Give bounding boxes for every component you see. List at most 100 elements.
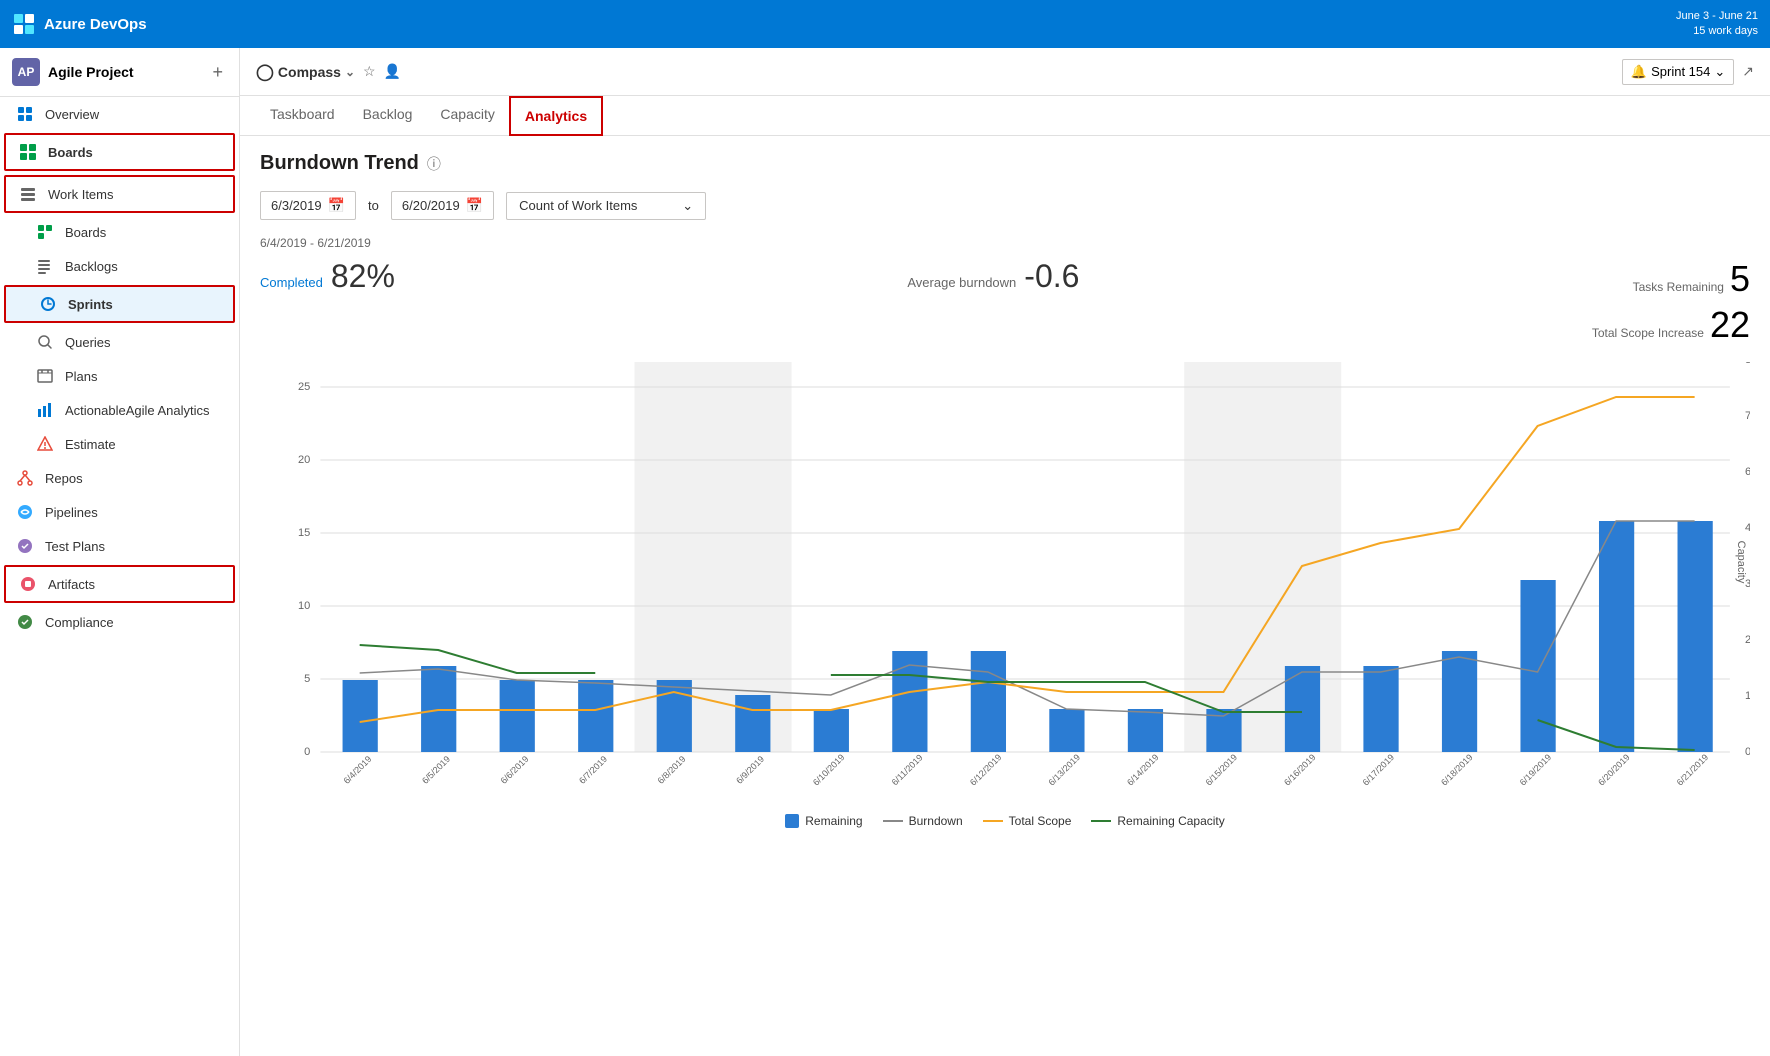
sidebar-item-label: Test Plans	[45, 539, 105, 554]
metric-chevron-icon: ⌄	[682, 198, 693, 214]
legend-total-scope-icon	[983, 820, 1003, 822]
sidebar-item-actionable[interactable]: ActionableAgile Analytics	[0, 393, 239, 427]
stat-completed: Completed 82%	[260, 258, 395, 295]
sidebar-item-compliance[interactable]: Compliance	[0, 605, 239, 639]
to-label: to	[368, 198, 379, 213]
metric-dropdown[interactable]: Count of Work Items ⌄	[506, 192, 706, 220]
star-icon[interactable]: ☆	[363, 63, 376, 80]
legend-remaining-label: Remaining	[805, 814, 862, 828]
tabs-bar: Taskboard Backlog Capacity Analytics	[240, 96, 1770, 136]
sprint-selector-label: Sprint 154	[1651, 64, 1710, 79]
sprint-date-info: June 3 - June 21 15 work days	[1676, 9, 1758, 40]
sidebar-item-boards[interactable]: Boards	[0, 215, 239, 249]
stats-row: Completed 82% Average burndown -0.6 Task…	[260, 258, 1750, 350]
svg-text:12: 12	[1745, 690, 1750, 702]
sidebar-item-estimate[interactable]: Estimate	[0, 427, 239, 461]
grid-icon	[15, 104, 35, 124]
svg-text:72: 72	[1745, 410, 1750, 422]
add-project-button[interactable]: +	[208, 60, 227, 85]
analytics-icon	[35, 400, 55, 420]
sidebar-item-artifacts[interactable]: Artifacts	[4, 565, 235, 603]
sprint-date-range: June 3 - June 21	[1676, 9, 1758, 24]
sidebar-item-label: Pipelines	[45, 505, 98, 520]
sidebar-item-overview[interactable]: Overview	[0, 97, 239, 131]
svg-text:0: 0	[304, 746, 310, 758]
sidebar-item-label: Repos	[45, 471, 83, 486]
person-icon[interactable]: 👤	[384, 63, 401, 80]
svg-text:Capacity: Capacity	[1735, 541, 1747, 584]
svg-text:15: 15	[298, 527, 310, 539]
sidebar-item-label: Overview	[45, 107, 99, 122]
info-icon[interactable]: ⓘ	[427, 154, 441, 174]
sidebar-item-boards-group[interactable]: Boards	[4, 133, 235, 171]
queries-icon	[35, 332, 55, 352]
pipelines-icon	[15, 502, 35, 522]
metric-label: Count of Work Items	[519, 198, 637, 213]
legend-burndown-label: Burndown	[909, 814, 963, 828]
legend-burndown-icon	[883, 820, 903, 822]
date-to-input[interactable]: 6/20/2019 📅	[391, 191, 494, 220]
bell-icon: 🔔	[1631, 64, 1647, 80]
calendar-to-icon: 📅	[466, 197, 483, 214]
chart-wrapper: 0 5 10 15 20 25 0 12 24 36 48 60 72	[260, 362, 1750, 802]
sprints-icon	[38, 294, 58, 314]
chart-container: Burndown Trend ⓘ 6/3/2019 📅 to 6/20/2019…	[240, 136, 1770, 1056]
legend-remaining-icon	[785, 814, 799, 828]
sidebar-item-label: Plans	[65, 369, 98, 384]
date-to-value: 6/20/2019	[402, 198, 460, 213]
artifacts-icon	[18, 574, 38, 594]
estimate-icon	[35, 434, 55, 454]
tab-analytics[interactable]: Analytics	[509, 96, 603, 136]
expand-icon[interactable]: ↗	[1742, 63, 1754, 80]
sidebar-item-sprints[interactable]: Sprints	[4, 285, 235, 323]
completed-label: Completed	[260, 275, 323, 290]
top-bar: Azure DevOps June 3 - June 21 15 work da…	[0, 0, 1770, 48]
compass-chevron-icon[interactable]: ⌄	[345, 65, 355, 79]
svg-text:10: 10	[298, 600, 310, 612]
tab-capacity[interactable]: Capacity	[426, 96, 508, 136]
boards-sub-icon	[35, 222, 55, 242]
tab-taskboard[interactable]: Taskboard	[256, 96, 349, 136]
sidebar-item-label: Work Items	[48, 187, 114, 202]
tasks-remaining-value: 5	[1730, 258, 1750, 300]
avg-burndown-value: -0.6	[1024, 258, 1079, 295]
chart-title: Burndown Trend	[260, 152, 419, 175]
repos-icon	[15, 468, 35, 488]
compliance-icon	[15, 612, 35, 632]
sidebar-item-repos[interactable]: Repos	[0, 461, 239, 495]
svg-text:48: 48	[1745, 522, 1750, 534]
stat-avg-burndown: Average burndown -0.6	[907, 258, 1079, 295]
sidebar-item-label: Boards	[65, 225, 106, 240]
sprint-work-days: 15 work days	[1676, 24, 1758, 39]
legend-total-scope: Total Scope	[983, 814, 1072, 828]
sprint-selector[interactable]: 🔔 Sprint 154 ⌄	[1622, 59, 1734, 85]
date-from-input[interactable]: 6/3/2019 📅	[260, 191, 356, 220]
sidebar-item-queries[interactable]: Queries	[0, 325, 239, 359]
legend-burndown: Burndown	[883, 814, 963, 828]
tab-backlog[interactable]: Backlog	[349, 96, 427, 136]
compass-title: Compass	[278, 64, 341, 80]
sidebar-item-pipelines[interactable]: Pipelines	[0, 495, 239, 529]
sidebar-item-work-items[interactable]: Work Items	[4, 175, 235, 213]
project-name: Agile Project	[48, 64, 208, 80]
sidebar-item-test-plans[interactable]: Test Plans	[0, 529, 239, 563]
svg-text:0: 0	[1745, 746, 1750, 758]
sidebar-item-backlogs[interactable]: Backlogs	[0, 249, 239, 283]
sidebar-item-plans[interactable]: Plans	[0, 359, 239, 393]
test-plans-icon	[15, 536, 35, 556]
sidebar-item-label: Queries	[65, 335, 111, 350]
legend-remaining-capacity: Remaining Capacity	[1091, 814, 1224, 828]
content-topbar: ◯ Compass ⌄ ☆ 👤 🔔 Sprint 154 ⌄ ↗	[240, 48, 1770, 96]
completed-value: 82%	[331, 258, 395, 295]
sidebar-item-label: Compliance	[45, 615, 114, 630]
svg-text:20: 20	[298, 454, 310, 466]
chart-legend: Remaining Burndown Total Scope Remaining…	[260, 814, 1750, 828]
app-logo: Azure DevOps	[12, 12, 147, 36]
avatar: AP	[12, 58, 40, 86]
compass-nav: ◯ Compass ⌄	[256, 62, 355, 82]
sprint-chevron-icon: ⌄	[1714, 64, 1725, 80]
sidebar-item-label: Estimate	[65, 437, 116, 452]
compass-icon: ◯	[256, 62, 274, 82]
tasks-remaining-label: Tasks Remaining	[1633, 280, 1724, 294]
sidebar-item-label: Artifacts	[48, 577, 95, 592]
